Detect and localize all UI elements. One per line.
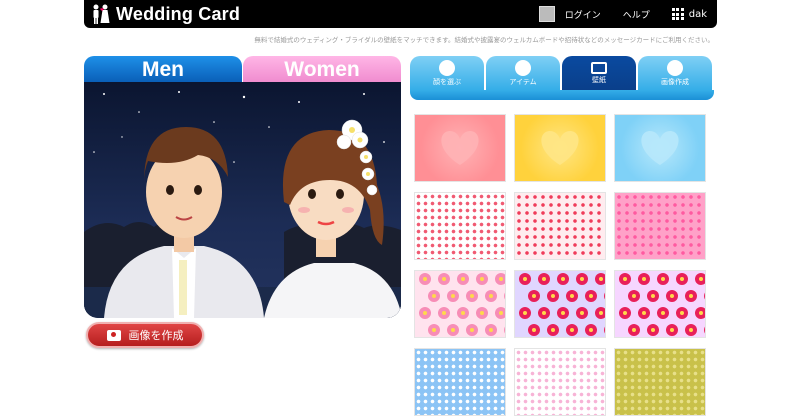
user-name[interactable]: dak <box>689 9 707 20</box>
create-image-label: 画像を作成 <box>128 329 184 342</box>
tab-select-face[interactable]: 顔を選ぶ <box>410 56 484 90</box>
heart-pattern <box>541 131 579 165</box>
help-link[interactable]: ヘルプ <box>623 8 650 21</box>
wallpaper-thumb-red-flowers-lavender[interactable] <box>514 270 616 338</box>
avatar[interactable] <box>538 6 555 22</box>
camera-icon <box>106 329 121 341</box>
tagline: 無料で結婚式のウェディング・ブライダルの壁紙をマッチできます。結婚式や披露宴のウ… <box>254 36 714 44</box>
heart-pattern <box>441 131 479 165</box>
tab-label: 顔を選ぶ <box>433 78 461 86</box>
wallpaper-thumb-red-dots-white[interactable] <box>414 192 506 260</box>
right-tabs: 顔を選ぶ アイテム 壁紙 画像作成 <box>410 56 714 90</box>
wallpaper-thumb-pink-heart[interactable] <box>414 114 506 182</box>
logo[interactable]: Wedding Card <box>90 3 240 25</box>
wallpaper-thumb-red-flowers-pink[interactable] <box>614 270 716 338</box>
couple-preview <box>84 82 401 318</box>
app-title: Wedding Card <box>116 3 241 24</box>
top-nav: ログイン ヘルプ dak <box>538 0 707 28</box>
star-icon <box>515 60 531 76</box>
flower-pattern <box>519 273 616 336</box>
tab-women[interactable]: Women <box>243 56 401 82</box>
smile-icon <box>439 60 455 76</box>
tab-label: アイテム <box>509 78 537 86</box>
camera-icon <box>667 60 683 76</box>
tab-wallpaper[interactable]: 壁紙 <box>562 56 636 90</box>
tab-items[interactable]: アイテム <box>486 56 560 90</box>
flower-pattern <box>419 273 516 336</box>
wallpaper-thumb-pink-flowers-light[interactable] <box>414 270 516 338</box>
heart-pattern <box>641 131 679 165</box>
tab-underline <box>410 90 714 100</box>
tab-men[interactable]: Men <box>84 56 242 82</box>
wallpaper-icon <box>591 62 607 74</box>
wallpaper-thumb-yellow-heart[interactable] <box>514 114 606 182</box>
create-image-button[interactable]: 画像を作成 <box>86 322 204 348</box>
wallpaper-thumb-pink-hearts-pink[interactable] <box>614 192 706 260</box>
couple-logo-icon <box>93 4 110 24</box>
wallpaper-thumb-pink-hearts-white[interactable] <box>514 192 606 260</box>
flower-pattern <box>619 273 716 336</box>
wallpaper-thumb-blue-heart[interactable] <box>614 114 706 182</box>
couple-illustration <box>84 91 401 318</box>
wallpaper-thumb-olive-dots[interactable] <box>614 348 706 416</box>
login-link[interactable]: ログイン <box>565 8 601 21</box>
top-bar: Wedding Card ログイン ヘルプ dak <box>84 0 717 28</box>
wallpaper-thumb-pastel-dots[interactable] <box>514 348 606 416</box>
tab-label: 画像作成 <box>661 78 689 86</box>
tab-label: 壁紙 <box>592 76 606 84</box>
tab-create-image[interactable]: 画像作成 <box>638 56 712 90</box>
wallpaper-thumb-blue-dots[interactable] <box>414 348 506 416</box>
grid-menu-icon[interactable] <box>671 8 684 20</box>
